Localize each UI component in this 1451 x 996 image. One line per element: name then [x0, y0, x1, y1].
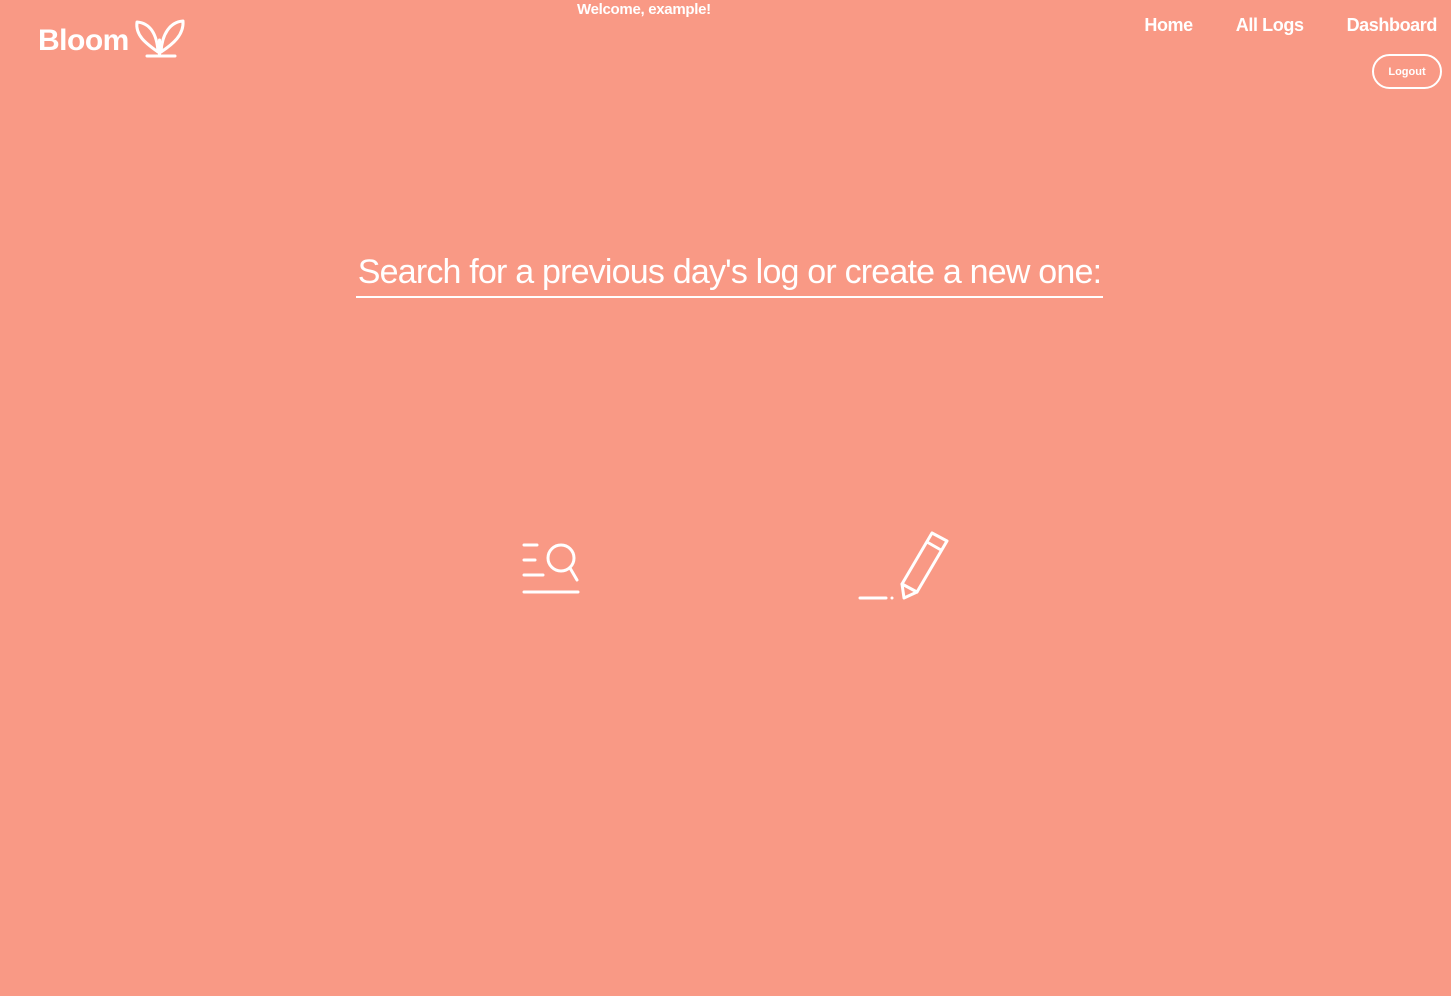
prompt-text: Search for a previous day's log or creat…	[355, 252, 1104, 298]
page-prompt: Search for a previous day's log or creat…	[0, 252, 1451, 298]
logout-button[interactable]: Logout	[1372, 54, 1442, 89]
brand-name: Bloom	[38, 24, 129, 57]
create-log-link[interactable]	[852, 528, 956, 608]
main-nav: Home All Logs Dashboard	[1144, 15, 1437, 36]
sprout-icon	[135, 19, 185, 58]
welcome-message: Welcome, example!	[577, 1, 711, 18]
search-logs-link[interactable]	[516, 536, 588, 602]
search-log-icon	[522, 543, 580, 594]
brand-logo[interactable]: Bloom	[38, 10, 187, 60]
nav-all-logs-link[interactable]: All Logs	[1236, 15, 1304, 36]
nav-dashboard-link[interactable]: Dashboard	[1347, 15, 1438, 36]
nav-home-link[interactable]: Home	[1144, 15, 1193, 36]
pencil-icon	[858, 531, 949, 600]
